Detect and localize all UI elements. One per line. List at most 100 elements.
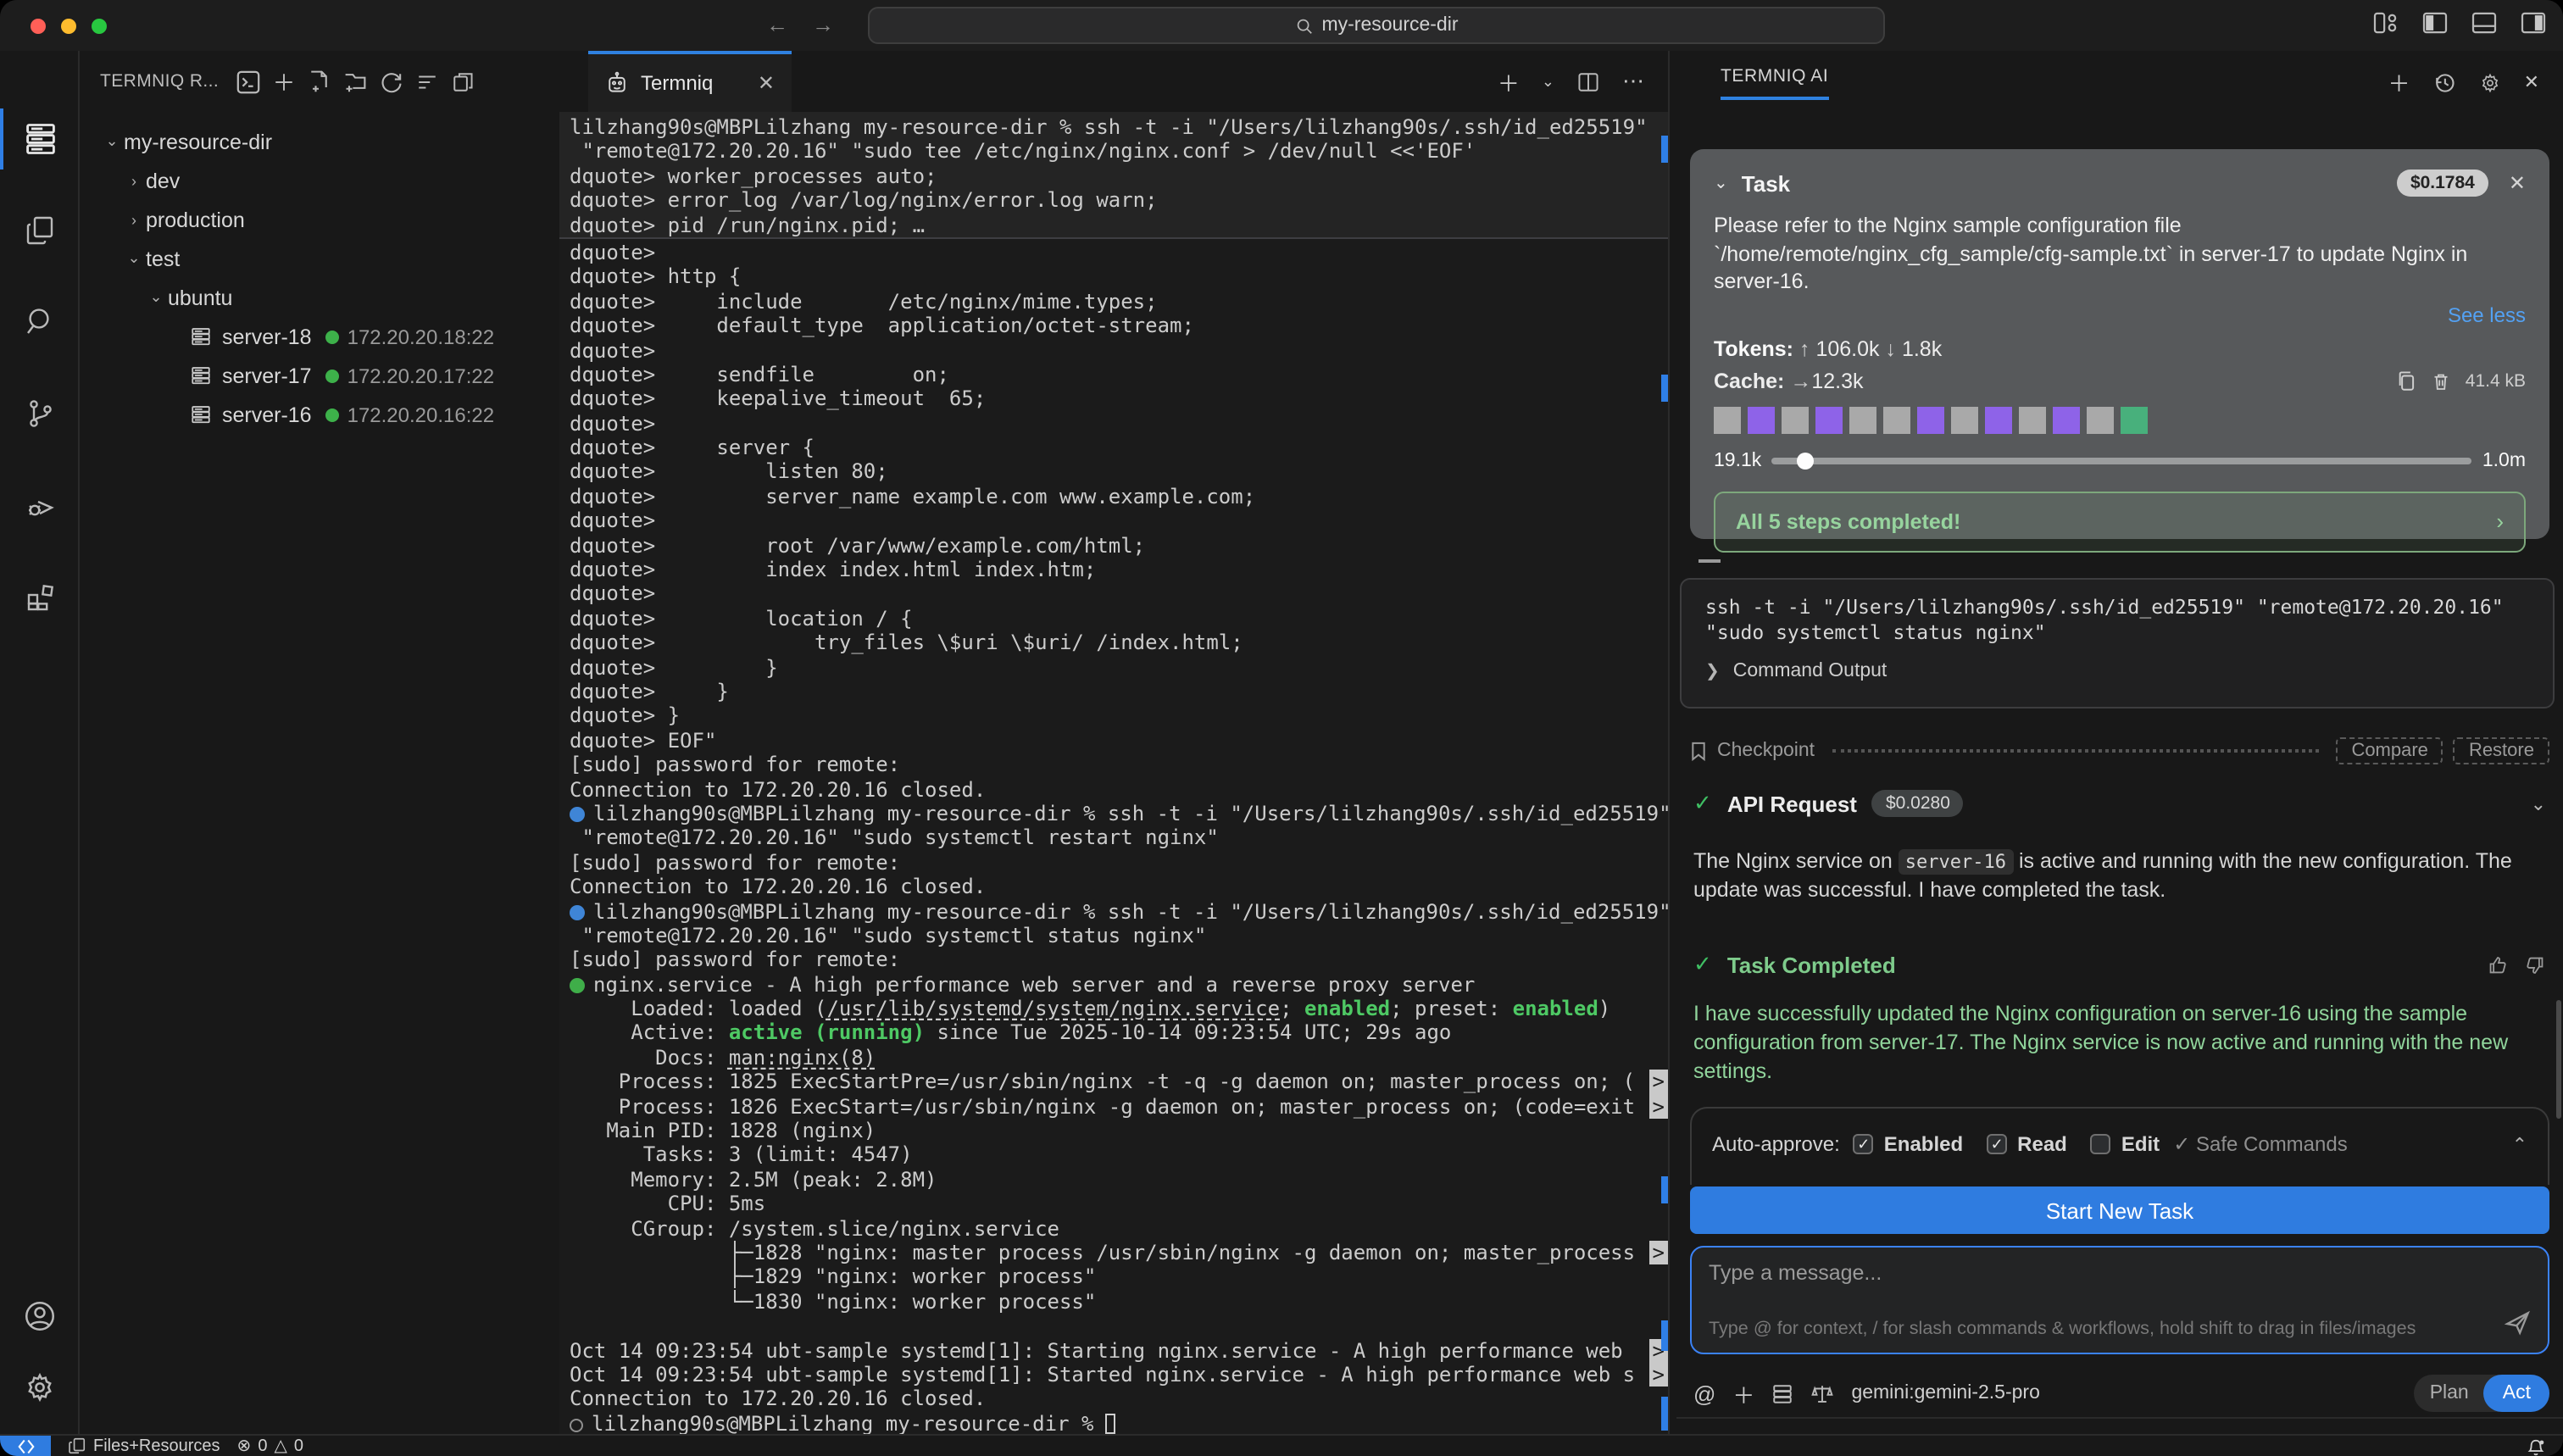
settings-button[interactable]	[0, 1353, 80, 1420]
context-used: 19.1k	[1714, 450, 1761, 470]
new-terminal-icon[interactable]: ＋	[1498, 65, 1520, 97]
server-icon[interactable]	[1771, 1382, 1793, 1404]
zoom-window-button[interactable]	[92, 19, 107, 34]
sidebar-item-run-debug[interactable]	[0, 471, 80, 539]
assistant-message: The Nginx service on server-16 is active…	[1693, 847, 2546, 905]
thumbs-down-icon[interactable]	[2524, 953, 2546, 975]
scale-icon[interactable]	[1810, 1382, 1834, 1404]
context-slider[interactable]	[1771, 457, 2472, 464]
context-slider-knob[interactable]	[1796, 452, 1813, 469]
tab-termniq[interactable]: Termniq ✕	[588, 51, 792, 112]
start-new-task-button[interactable]: Start New Task	[1690, 1186, 2549, 1234]
minimize-window-button[interactable]	[61, 19, 76, 34]
thumbs-up-icon[interactable]	[2487, 953, 2509, 975]
trash-icon[interactable]	[2432, 369, 2452, 392]
collapse-all-icon[interactable]	[415, 70, 439, 92]
split-terminal-icon[interactable]	[1576, 70, 1600, 92]
chevron-down-icon[interactable]: ⌄	[2531, 792, 2546, 814]
message-input[interactable]: Type a message... Type @ for context, / …	[1690, 1246, 2549, 1354]
back-icon[interactable]: ←	[766, 12, 788, 37]
tokens-down-value: 1.8k	[1902, 336, 1942, 360]
tree-item-dev[interactable]: ›dev	[80, 161, 559, 200]
command-output-toggle[interactable]: ❯ Command Output	[1705, 661, 2529, 681]
refresh-icon[interactable]	[380, 69, 403, 93]
steps-text: All 5 steps completed!	[1736, 509, 1960, 533]
forward-icon[interactable]: →	[812, 12, 834, 37]
act-mode-button[interactable]: Act	[2484, 1375, 2549, 1412]
copy-icon[interactable]	[2396, 369, 2418, 392]
sidebar-item-extensions[interactable]	[0, 563, 80, 631]
add-icon[interactable]	[273, 70, 295, 92]
bookmark-icon	[1690, 741, 1707, 761]
resource-tree[interactable]: ⌄my-resource-dir›dev›production⌄test⌄ubu…	[80, 122, 559, 434]
command-decoration-green[interactable]	[570, 977, 585, 992]
api-request-row[interactable]: ✓ API Request $0.0280 ⌄	[1693, 790, 2546, 817]
history-icon[interactable]	[2432, 70, 2456, 94]
sidebar-item-resources[interactable]	[0, 105, 80, 173]
terminal-dropdown-icon[interactable]: ⌄	[1542, 72, 1554, 91]
panel-divider[interactable]	[1668, 51, 1676, 1434]
close-window-button[interactable]	[31, 19, 46, 34]
new-chat-icon[interactable]: ＋	[2388, 66, 2410, 98]
collapse-task-icon[interactable]: ⌄	[1714, 174, 1728, 192]
send-icon[interactable]	[2504, 1309, 2532, 1337]
compare-button[interactable]: Compare	[2336, 737, 2443, 764]
close-panel-icon[interactable]: ✕	[2524, 71, 2539, 93]
command-decoration-hollow[interactable]	[570, 1418, 583, 1431]
model-selector[interactable]: gemini:gemini-2.5-pro	[1851, 1383, 2039, 1403]
auto-approve-option-enabled[interactable]: ✓Enabled	[1854, 1132, 1963, 1156]
account-button[interactable]	[0, 1281, 80, 1349]
tree-item-server-17[interactable]: server-17172.20.20.17:22	[80, 356, 559, 395]
tree-item-my-resource-dir[interactable]: ⌄my-resource-dir	[80, 122, 559, 161]
see-less-link[interactable]: See less	[1714, 303, 2526, 326]
terminal[interactable]: lilzhang90s@MBPLilzhang my-resource-dir …	[559, 112, 1668, 1434]
toggle-right-sidebar-icon[interactable]	[2521, 12, 2546, 34]
sidebar-item-source-control[interactable]	[0, 380, 80, 447]
command-decoration-blue[interactable]	[570, 807, 585, 822]
terminal-line: dquote> }	[559, 704, 1668, 729]
gear-icon[interactable]	[2478, 70, 2502, 94]
plan-mode-button[interactable]: Plan	[2415, 1383, 2484, 1403]
toggle-sidebar-icon[interactable]	[2422, 12, 2448, 34]
add-context-icon[interactable]: ＋	[1732, 1377, 1754, 1409]
tree-item-production[interactable]: ›production	[80, 200, 559, 239]
more-actions-icon[interactable]: ⋯	[1622, 68, 1644, 95]
checkbox[interactable]: ✓	[1854, 1134, 1874, 1154]
safe-commands-label[interactable]: ✓ Safe Commands	[2173, 1132, 2348, 1156]
close-task-icon[interactable]: ✕	[2509, 171, 2526, 195]
command-center-search[interactable]: my-resource-dir	[868, 7, 1885, 44]
layout-customize-icon[interactable]	[2373, 12, 2399, 34]
scrollbar-thumb[interactable]	[2556, 1000, 2561, 1119]
tab-termniq-ai[interactable]: TERMNIQ AI	[1721, 66, 1828, 100]
tab-close-icon[interactable]: ✕	[758, 71, 775, 95]
terminal-line: Connection to 172.20.20.16 closed.	[559, 1387, 1668, 1412]
notifications-bell[interactable]	[2526, 1437, 2546, 1456]
tree-item-ubuntu[interactable]: ⌄ubuntu	[80, 278, 559, 317]
mode-toggle[interactable]: Plan Act	[2415, 1375, 2549, 1412]
steps-banner[interactable]: All 5 steps completed! ›	[1714, 491, 2526, 552]
sidebar-item-search[interactable]	[0, 288, 80, 356]
mention-icon[interactable]: @	[1693, 1381, 1715, 1406]
split-view-icon[interactable]	[451, 70, 475, 92]
checkbox[interactable]	[2091, 1134, 2111, 1154]
extensions-icon	[23, 580, 57, 614]
new-folder-icon[interactable]	[342, 69, 368, 93]
restore-button[interactable]: Restore	[2454, 737, 2549, 764]
problems-status[interactable]: ⊗0 △0	[237, 1437, 303, 1455]
check-icon: ✓	[1693, 951, 1712, 978]
remote-indicator[interactable]	[0, 1435, 51, 1456]
chevron-up-icon[interactable]: ⌃	[2512, 1133, 2527, 1155]
tree-item-label: my-resource-dir	[124, 130, 272, 153]
auto-approve-option-edit[interactable]: Edit	[2091, 1132, 2160, 1156]
checkbox[interactable]: ✓	[1987, 1134, 2007, 1154]
toggle-panel-icon[interactable]	[2471, 12, 2497, 34]
tree-item-server-18[interactable]: server-18172.20.20.18:22	[80, 317, 559, 356]
command-decoration-blue[interactable]	[570, 904, 585, 920]
files-resources-status[interactable]: Files+Resources	[68, 1436, 220, 1456]
tree-item-test[interactable]: ⌄test	[80, 239, 559, 278]
tree-item-server-16[interactable]: server-16172.20.20.16:22	[80, 395, 559, 434]
sidebar-item-files[interactable]	[0, 197, 80, 264]
open-terminal-icon[interactable]	[236, 69, 261, 94]
new-file-icon[interactable]	[307, 69, 331, 93]
auto-approve-option-read[interactable]: ✓Read	[1987, 1132, 2067, 1156]
